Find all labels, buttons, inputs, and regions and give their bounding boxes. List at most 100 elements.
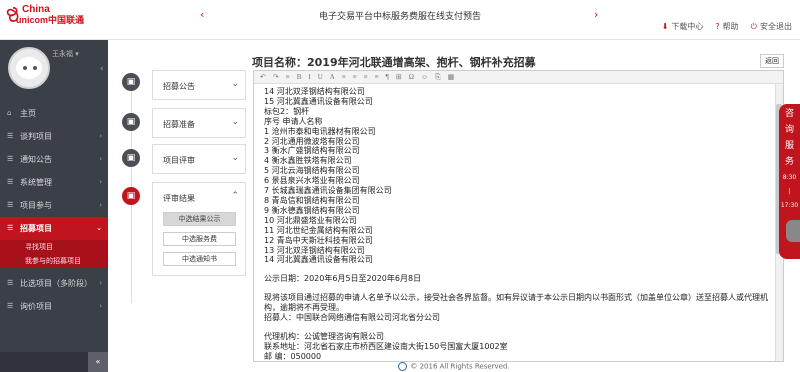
emoji-icon[interactable]: ☺: [421, 73, 428, 81]
marquee-notice[interactable]: 电子交易平台中标服务费服在线支付预告: [300, 9, 500, 22]
step-project-review[interactable]: 项目评审 ⌄: [152, 144, 246, 174]
notice-letter-button[interactable]: 中选通知书: [163, 252, 236, 266]
chevron-down-icon: ⌄: [231, 153, 239, 163]
consult-handle[interactable]: [786, 220, 800, 242]
logout-label: 安全退出: [760, 22, 792, 31]
undo-icon[interactable]: ↶: [260, 73, 266, 81]
sidebar-item-comparison[interactable]: ☰ 比选项目（多阶段） ›: [0, 272, 108, 295]
grid-icon[interactable]: ▦: [448, 73, 455, 81]
sidebar-toggle-button[interactable]: «: [88, 352, 108, 372]
sidebar-item-system[interactable]: ☰ 系统管理 ›: [0, 171, 108, 194]
sidebar-footer: «: [0, 352, 108, 372]
doc-recruiter: 招募人：中国联合网络通信有限公司河北省分公司: [264, 313, 440, 323]
list-icon: ☰: [7, 302, 14, 310]
consult-time-sep: |: [788, 188, 791, 195]
step-recruit-notice[interactable]: 招募公告 ⌄: [152, 70, 246, 100]
chevron-right-icon: ›: [99, 279, 102, 287]
avatar[interactable]: [8, 47, 50, 89]
china-unicom-logo[interactable]: China unicom中国联通: [4, 4, 96, 36]
help-icon: ?: [715, 22, 720, 31]
sidebar-item-participation[interactable]: ☰ 项目参与 ›: [0, 194, 108, 217]
list-icon: ☰: [7, 201, 14, 209]
doc-line: 7 长城鑫瑞鑫通讯设备集团有限公司: [264, 186, 392, 196]
brand-top: China: [22, 4, 50, 15]
sidebar-subitem-find-project[interactable]: 寻找项目: [0, 240, 108, 254]
align-right-icon[interactable]: ≡: [364, 73, 368, 81]
sidebar-item-label: 项目参与: [20, 201, 52, 210]
footer-logo-icon: [398, 362, 408, 371]
doc-line: 14 河北冀鑫通讯设备有限公司: [264, 255, 373, 265]
sidebar-item-inquiry[interactable]: ☰ 询价项目 ›: [0, 295, 108, 318]
briefcase-icon: ▣: [122, 149, 140, 167]
logout-icon: ⏻: [750, 21, 757, 31]
rich-text-editor[interactable]: ↶ ↷ ≡ B I U A ≡ ≡ ≡ ≡ ¶ ⊞ Ω ☺ ⎘ ▦ 14 河北双…: [253, 70, 784, 362]
page-title: 项目名称：2019年河北联通增高架、抱杆、钢杆补充招募: [252, 56, 536, 69]
table-icon[interactable]: ⊞: [396, 73, 402, 81]
chevron-right-icon: ›: [99, 302, 102, 310]
briefcase-icon: ▣: [122, 73, 140, 91]
sidebar-item-label: 招募项目: [20, 224, 52, 233]
doc-line: 1 沧州市泰和电讯器材有限公司: [264, 126, 376, 136]
align-left-icon[interactable]: ≡: [342, 73, 346, 81]
italic-icon[interactable]: I: [308, 73, 310, 81]
back-button[interactable]: 返回: [760, 54, 784, 68]
chevron-down-icon: ⌄: [96, 224, 102, 232]
chevron-up-icon: ⌃: [231, 191, 239, 201]
avatar-eye-right: [33, 66, 37, 70]
special-char-icon[interactable]: Ω: [409, 73, 414, 81]
step-label: 评审结果: [163, 194, 195, 203]
format-icon[interactable]: ≡: [286, 73, 290, 81]
chevron-left-icon[interactable]: ‹: [100, 64, 104, 74]
sidebar-item-label: 主页: [20, 109, 36, 118]
redo-icon[interactable]: ↷: [273, 73, 279, 81]
consult-char: 咨: [784, 109, 794, 119]
logout-link[interactable]: ⏻ 安全退出: [751, 21, 792, 32]
doc-line: 9 衡水德鑫钢结构有限公司: [264, 205, 360, 215]
left-sidebar: 王永福 ▾ ‹ ⌂ 主页 ☰ 谈判项目 › ☰ 通知公告 › ☰ 系统管理 › …: [0, 40, 108, 372]
doc-line: 标包2：钢杆: [264, 106, 310, 116]
sidebar-item-recruitment[interactable]: ☰ 招募项目 ⌄: [0, 217, 108, 240]
chevron-right-icon: ›: [99, 132, 102, 140]
paragraph-icon[interactable]: ¶: [386, 73, 389, 81]
result-publicity-button[interactable]: 中选结果公示: [163, 212, 236, 226]
download-icon: ⬇: [661, 22, 669, 31]
user-name[interactable]: 王永福 ▾: [52, 49, 79, 59]
sidebar-item-negotiation[interactable]: ☰ 谈判项目 ›: [0, 125, 108, 148]
sidebar-item-label: 谈判项目: [20, 132, 52, 141]
doc-agency: 代理机构：公诚管理咨询有限公司: [264, 331, 384, 341]
consult-char: 务: [784, 157, 794, 167]
bold-icon[interactable]: B: [297, 73, 302, 81]
doc-line: 8 青岛信和钢结构有限公司: [264, 195, 360, 205]
service-fee-button[interactable]: 中选服务费: [163, 232, 236, 246]
sidebar-item-label: 比选项目（多阶段）: [20, 279, 92, 288]
brand-bottom: unicom中国联通: [16, 15, 85, 25]
list-icon: ☰: [7, 224, 14, 232]
sidebar-nav: ⌂ 主页 ☰ 谈判项目 › ☰ 通知公告 › ☰ 系统管理 › ☰ 项目参与 ›…: [0, 102, 108, 318]
doc-line: 11 河北世纪金属结构有限公司: [264, 225, 373, 235]
doc-line: 2 河北通用微波塔有限公司: [264, 136, 360, 146]
download-center-label: 下载中心: [671, 22, 704, 31]
chevron-down-icon: ⌄: [231, 117, 239, 127]
marquee-next-button[interactable]: ›: [594, 8, 598, 21]
download-center-link[interactable]: ⬇ 下载中心: [662, 21, 704, 32]
doc-line: 12 青岛中天斯壮科技有限公司: [264, 235, 373, 245]
font-color-icon[interactable]: A: [330, 73, 335, 81]
sidebar-item-home[interactable]: ⌂ 主页: [0, 102, 108, 125]
align-center-icon[interactable]: ≡: [353, 73, 357, 81]
sidebar-subitem-my-recruitments[interactable]: 我参与的招募项目: [0, 254, 108, 268]
user-block: 王永福 ▾ ‹: [0, 40, 108, 98]
doc-line: 6 景县泉兴水塔业有限公司: [264, 176, 360, 186]
copy-icon[interactable]: ⎘: [435, 73, 441, 82]
sidebar-item-label: 询价项目: [20, 302, 52, 311]
marquee-prev-button[interactable]: ‹: [200, 8, 204, 21]
align-justify-icon[interactable]: ≡: [375, 73, 379, 81]
underline-icon[interactable]: U: [318, 73, 323, 81]
briefcase-icon: ▣: [122, 113, 140, 131]
sidebar-item-notices[interactable]: ☰ 通知公告 ›: [0, 148, 108, 171]
step-review-result[interactable]: 评审结果 ⌃ 中选结果公示 中选服务费 中选通知书: [152, 182, 246, 276]
chevron-right-icon: ›: [99, 201, 102, 209]
consult-time-end: 17:30: [780, 202, 799, 209]
help-link[interactable]: ? 帮助: [715, 21, 738, 32]
sidebar-submenu: 寻找项目 我参与的招募项目: [0, 240, 108, 268]
step-recruit-prep[interactable]: 招募准备 ⌄: [152, 108, 246, 138]
